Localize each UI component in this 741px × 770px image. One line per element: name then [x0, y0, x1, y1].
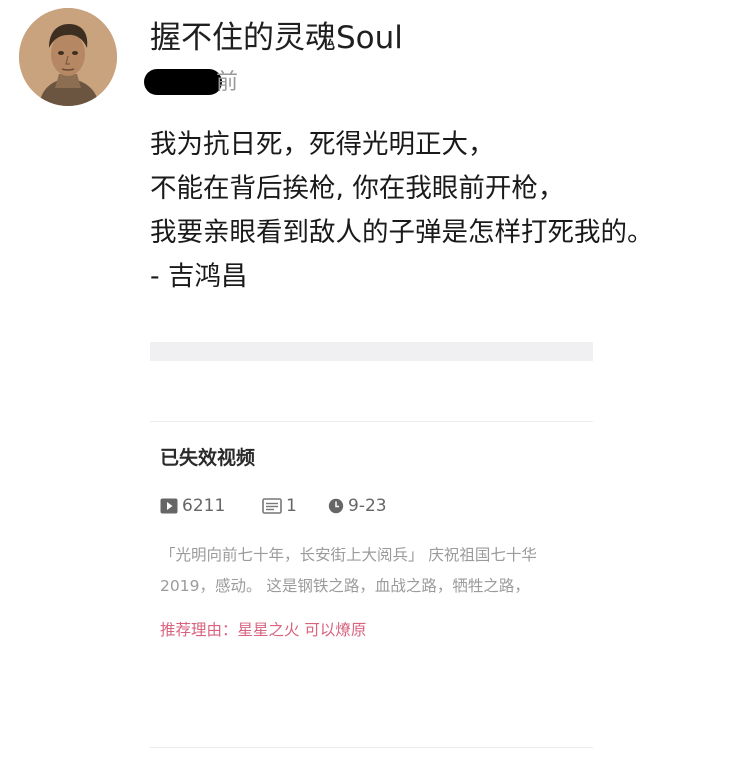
- comment-count: 1: [262, 495, 297, 517]
- video-description: 「光明向前七十年，长安街上大阅兵」 庆祝祖国七十华 2019，感动。 这是钢铁之…: [160, 540, 593, 602]
- description-line: 「光明向前七十年，长安街上大阅兵」 庆祝祖国七十华: [160, 546, 537, 564]
- post-line: - 吉鸿昌: [150, 261, 248, 292]
- avatar[interactable]: [19, 8, 117, 106]
- description-line: 2019，感动。 这是钢铁之路，血战之路，牺牲之路，: [160, 577, 530, 595]
- post-line: 不能在背后挨枪, 你在我眼前开枪，: [150, 173, 565, 204]
- redaction-mask: [144, 69, 222, 95]
- publish-date-value: 9-23: [348, 496, 387, 516]
- divider: [150, 747, 593, 748]
- play-count: 6211: [160, 495, 225, 517]
- post-line: 我为抗日死，死得光明正大，: [150, 129, 495, 160]
- recommendation-reason: 推荐理由：星星之火 可以燎原: [160, 621, 367, 639]
- play-icon: [160, 498, 178, 514]
- portrait-icon: [19, 8, 117, 106]
- time-suffix: 前: [216, 70, 239, 95]
- post-line: 我要亲眼看到敌人的子弹是怎样打死我的。: [150, 217, 654, 248]
- publish-date: 9-23: [328, 495, 387, 517]
- embedded-video-card[interactable]: 已失效视频 6211 1 9-23 「光明向前七十年，长安街上大阅兵」 庆祝祖国…: [150, 342, 593, 752]
- post-text: 我为抗日死，死得光明正大， 不能在背后挨枪, 你在我眼前开枪， 我要亲眼看到敌人…: [150, 123, 735, 299]
- divider: [150, 421, 593, 422]
- comment-icon: [262, 498, 282, 514]
- video-title[interactable]: 已失效视频: [160, 444, 255, 472]
- embed-top-bar: [150, 342, 593, 361]
- comment-count-value: 1: [286, 496, 297, 516]
- play-count-value: 6211: [182, 496, 226, 516]
- clock-icon: [328, 498, 344, 514]
- username[interactable]: 握不住的灵魂Soul: [150, 16, 403, 60]
